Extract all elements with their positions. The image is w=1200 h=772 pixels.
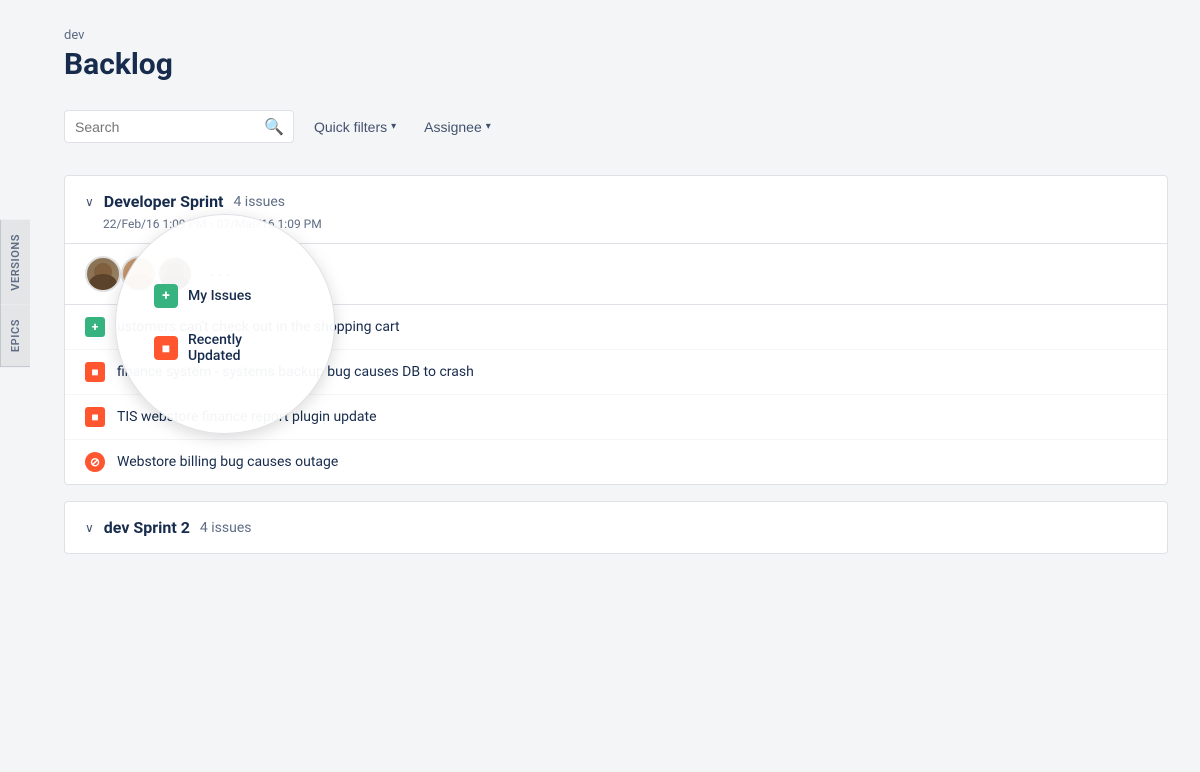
quick-filter-my-issues[interactable]: + My Issues: [146, 278, 304, 314]
sprint-toggle-1[interactable]: ∨: [85, 195, 94, 209]
assignee-row: ··· + My Issues ■ Recently Updated: [65, 244, 1167, 305]
chevron-down-icon: ▾: [391, 121, 396, 132]
issue-icon-bug: ■: [85, 362, 105, 382]
project-label: dev: [64, 28, 1168, 43]
quick-filter-recently-updated[interactable]: ■ Recently Updated: [146, 326, 304, 370]
issue-title: Webstore billing bug causes outage: [117, 454, 1147, 470]
issue-icon-blocked: ⊘: [85, 452, 105, 472]
sprint-name-1: Developer Sprint: [104, 192, 224, 211]
sprint-count-1: 4 issues: [233, 194, 285, 210]
side-tabs: VERSIONS EPICS: [0, 220, 30, 367]
sprint-name-2: dev Sprint 2: [104, 518, 190, 537]
sprint-header-2: ∨ dev Sprint 2 4 issues: [65, 502, 1167, 553]
issue-icon-bug: ■: [85, 407, 105, 427]
recently-updated-icon: ■: [154, 336, 178, 360]
search-box[interactable]: 🔍: [64, 110, 294, 143]
table-row[interactable]: ⊘ Webstore billing bug causes outage: [65, 440, 1167, 484]
recently-updated-label: Recently Updated: [188, 332, 296, 364]
my-issues-label: My Issues: [188, 288, 251, 304]
chevron-down-icon: ▾: [486, 121, 491, 132]
sidebar-item-versions[interactable]: VERSIONS: [0, 220, 30, 305]
quick-filters-button[interactable]: Quick filters ▾: [306, 113, 404, 141]
sprint-count-2: 4 issues: [200, 520, 252, 536]
sprint-toggle-2[interactable]: ∨: [85, 521, 94, 535]
sprint-section-1: ∨ Developer Sprint 4 issues 22/Feb/16 1:…: [64, 175, 1168, 485]
search-icon: 🔍: [264, 117, 284, 136]
quick-filter-popup: + My Issues ■ Recently Updated: [115, 214, 335, 434]
sidebar-item-epics[interactable]: EPICS: [0, 305, 30, 367]
sprint-section-2: ∨ dev Sprint 2 4 issues: [64, 501, 1168, 554]
main-content: dev Backlog 🔍 Quick filters ▾ Assignee ▾…: [32, 0, 1200, 772]
page-title: Backlog: [64, 47, 1168, 82]
issue-icon-story: +: [85, 317, 105, 337]
search-input[interactable]: [75, 119, 256, 135]
toolbar: 🔍 Quick filters ▾ Assignee ▾: [64, 110, 1168, 143]
assignee-button[interactable]: Assignee ▾: [416, 113, 499, 141]
avatar-1[interactable]: [85, 256, 121, 292]
my-issues-icon: +: [154, 284, 178, 308]
